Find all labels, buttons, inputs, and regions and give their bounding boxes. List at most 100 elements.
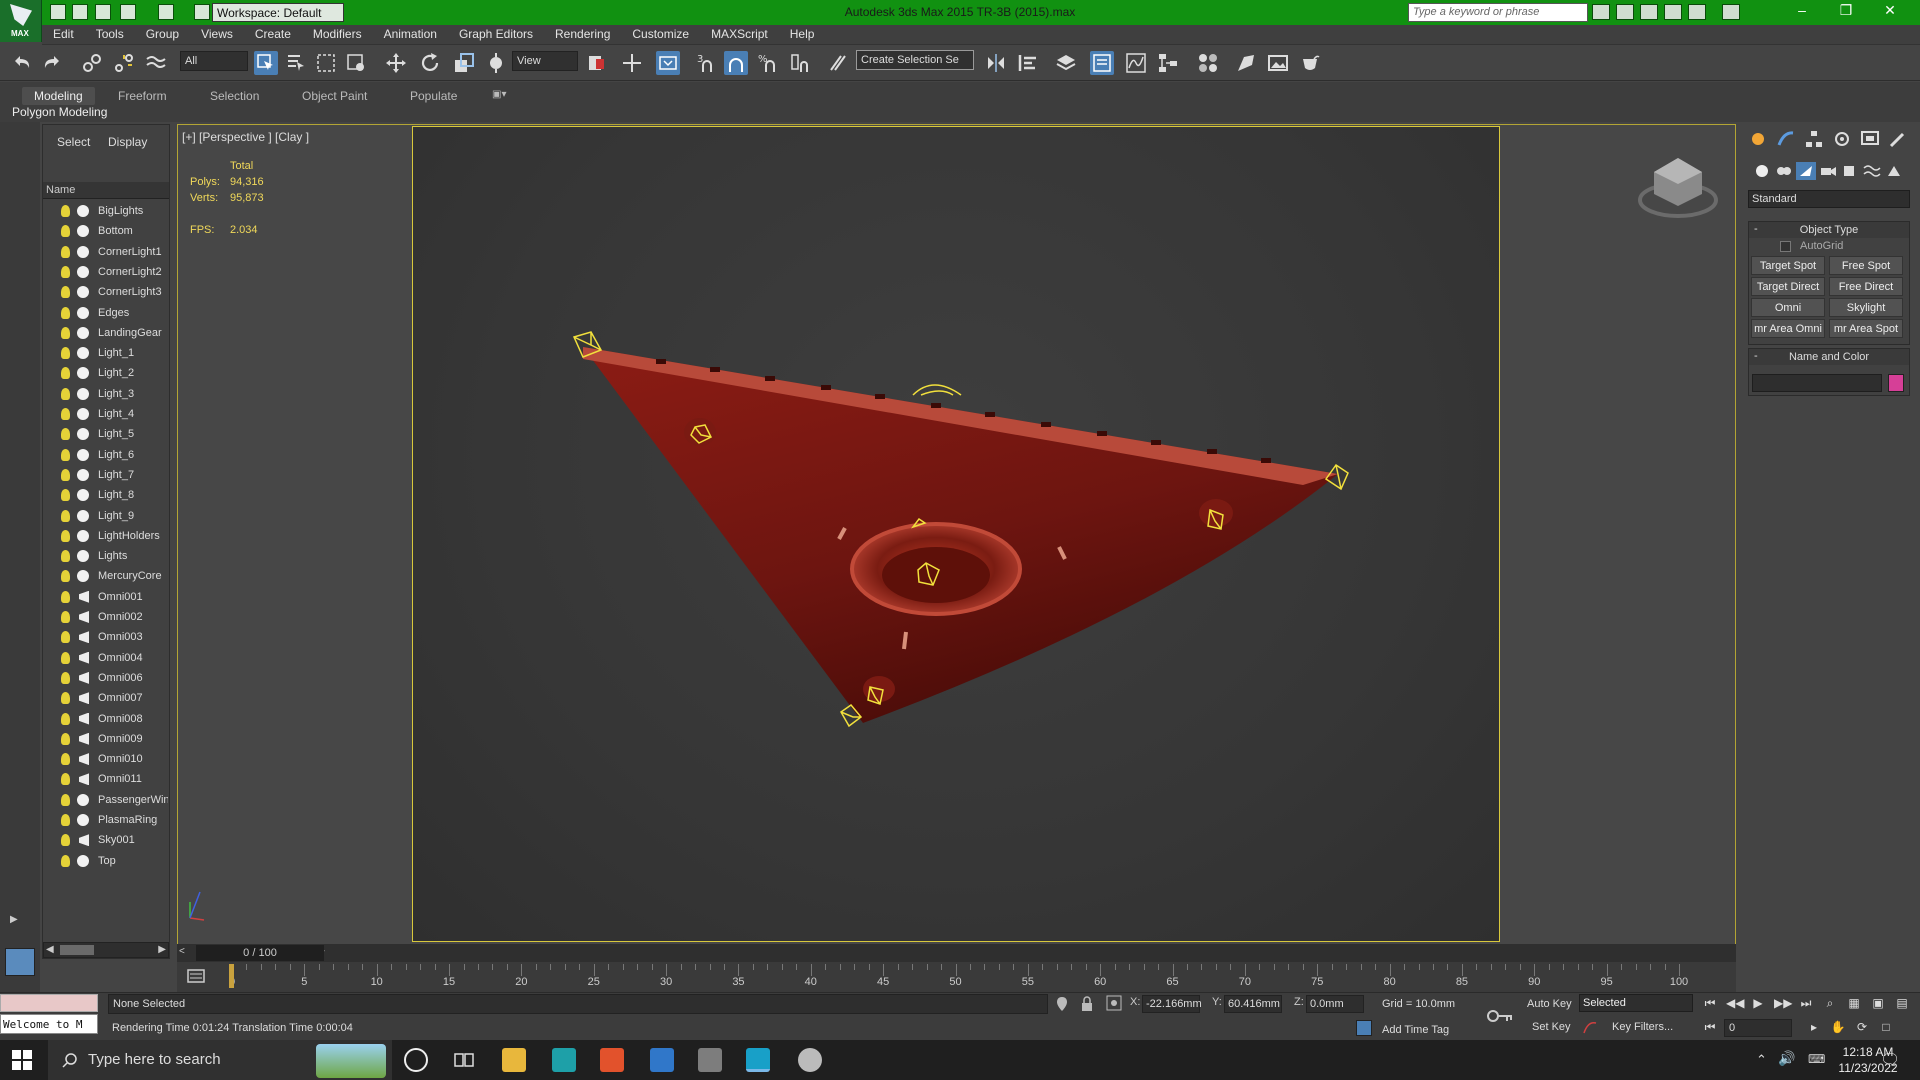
modify-tab-icon[interactable] [1776,130,1796,148]
scale-icon[interactable] [452,51,476,75]
light-bulb-icon[interactable] [61,205,70,217]
expand-arrow-icon[interactable]: ▶ [10,914,30,928]
current-frame-field[interactable]: 0 [1724,1019,1792,1037]
scene-explorer-toggle-icon[interactable] [1090,51,1114,75]
menu-tools[interactable]: Tools [85,25,135,43]
light-bulb-icon[interactable] [61,265,70,278]
light-bulb-icon[interactable] [61,367,70,380]
menu-customize[interactable]: Customize [621,25,700,43]
volume-icon[interactable]: 🔊 [1778,1050,1795,1067]
light-bulb-icon[interactable] [61,550,70,563]
place-icon[interactable] [484,51,508,75]
light-bulb-icon[interactable] [61,692,70,705]
geometry-object-icon[interactable] [77,347,89,360]
timeline-playhead[interactable] [229,964,234,988]
light-bulb-icon[interactable] [61,387,70,400]
scene-list-item[interactable]: PlasmaRing [43,811,169,831]
light-bulb-icon[interactable] [61,753,70,766]
target-spot-button[interactable]: Target Spot [1751,256,1825,275]
help-icon[interactable] [1722,4,1740,20]
geometry-object-icon[interactable] [77,489,89,502]
mini-curve-editor-icon[interactable] [186,968,206,984]
omni-light-icon[interactable] [77,692,89,704]
scroll-thumb[interactable] [60,945,94,955]
z-coordinate-field[interactable]: 0.0mm [1306,995,1364,1013]
geometry-object-icon[interactable] [77,793,89,806]
mr-area-spot-button[interactable]: mr Area Spot [1829,319,1903,338]
scene-list-item[interactable]: Omni003 [43,628,169,648]
close-button[interactable]: ✕ [1870,2,1910,22]
workspace-dropdown[interactable]: Workspace: Default [212,3,344,22]
scene-list-item[interactable]: Sky001 [43,831,169,851]
language-icon[interactable]: ⌨ [1808,1052,1825,1066]
scene-list-item[interactable]: Omni001 [43,588,169,608]
key-mode-toggle-icon[interactable]: ⏮ [1702,1020,1718,1034]
next-frame-icon[interactable]: ▶▶ [1774,996,1792,1010]
tab-modeling[interactable]: Modeling [22,87,95,105]
geometry-object-icon[interactable] [77,814,89,826]
geometry-object-icon[interactable] [77,509,89,522]
geometry-object-icon[interactable] [77,225,89,238]
scene-list-item[interactable]: MercuryCore [43,567,169,587]
omni-light-icon[interactable] [77,733,89,745]
tab-freeform[interactable]: Freeform [106,87,179,105]
menu-group[interactable]: Group [135,25,190,43]
viewcube-icon[interactable] [1636,152,1720,222]
window-crossing-icon[interactable] [344,51,368,75]
light-bulb-icon[interactable] [61,814,70,826]
geometry-object-icon[interactable] [77,326,89,339]
redo-icon[interactable] [40,51,64,75]
scene-list-item[interactable]: Top [43,852,169,872]
light-bulb-icon[interactable] [61,834,70,847]
scene-list-item[interactable]: Omni004 [43,649,169,669]
brave-browser-icon[interactable] [600,1048,624,1072]
scene-list-item[interactable]: Light_6 [43,446,169,466]
mirror-icon[interactable] [984,51,1008,75]
menu-animation[interactable]: Animation [373,25,448,43]
set-key-icon[interactable] [1486,1004,1514,1028]
light-bulb-icon[interactable] [61,631,70,644]
3ds-max-taskbar-icon[interactable] [746,1048,770,1072]
scene-list-item[interactable]: Light_1 [43,344,169,364]
light-bulb-icon[interactable] [61,529,70,542]
unity-icon[interactable] [798,1048,822,1072]
isolate-selection-icon[interactable] [1056,996,1068,1012]
redo-quick-icon[interactable] [158,4,174,20]
omni-light-icon[interactable] [77,834,89,846]
scene-list-item[interactable]: Light_4 [43,405,169,425]
time-slider-thumb[interactable]: 0 / 100 [196,945,324,961]
helpers-icon[interactable] [1840,162,1860,180]
spacewarps-icon[interactable] [1862,162,1882,180]
weather-widget-icon[interactable] [316,1044,386,1078]
render-setup-icon[interactable] [1234,51,1258,75]
help-search-input[interactable]: Type a keyword or phrase [1408,3,1588,22]
move-icon[interactable] [384,51,408,75]
project-folder-icon[interactable] [194,4,210,20]
motion-tab-icon[interactable] [1832,130,1852,148]
light-bulb-icon[interactable] [61,712,70,725]
geometry-object-icon[interactable] [77,265,89,278]
scene-list-item[interactable]: Omni009 [43,730,169,750]
geometry-object-icon[interactable] [77,306,89,319]
menu-views[interactable]: Views [190,25,244,43]
prev-frame-arrow-icon[interactable]: < [179,946,185,957]
select-by-name-icon[interactable] [284,51,308,75]
target-direct-button[interactable]: Target Direct [1751,277,1825,296]
object-type-header[interactable]: Object Type [1749,222,1909,238]
geometry-object-icon[interactable] [77,550,89,563]
light-bulb-icon[interactable] [61,793,70,806]
field-of-view-icon[interactable]: ▸ [1806,1020,1822,1034]
schematic-view-icon[interactable] [1156,51,1180,75]
light-bulb-icon[interactable] [61,611,70,623]
snaps-toggle-icon[interactable]: 3 [694,51,718,75]
orbit-icon[interactable]: ⟳ [1854,1020,1870,1034]
key-filters-button[interactable]: Key Filters... [1612,1021,1673,1033]
menu-edit[interactable]: Edit [42,25,85,43]
scene-list-item[interactable]: Light_7 [43,466,169,486]
scene-list-item[interactable]: BigLights [43,202,169,222]
auto-key-button[interactable]: Auto Key [1527,998,1572,1010]
utilities-tab-icon[interactable] [1888,130,1908,148]
undo-quick-icon[interactable] [120,4,136,20]
light-bulb-icon[interactable] [61,671,70,684]
reference-coord-dropdown[interactable]: View [512,51,578,71]
